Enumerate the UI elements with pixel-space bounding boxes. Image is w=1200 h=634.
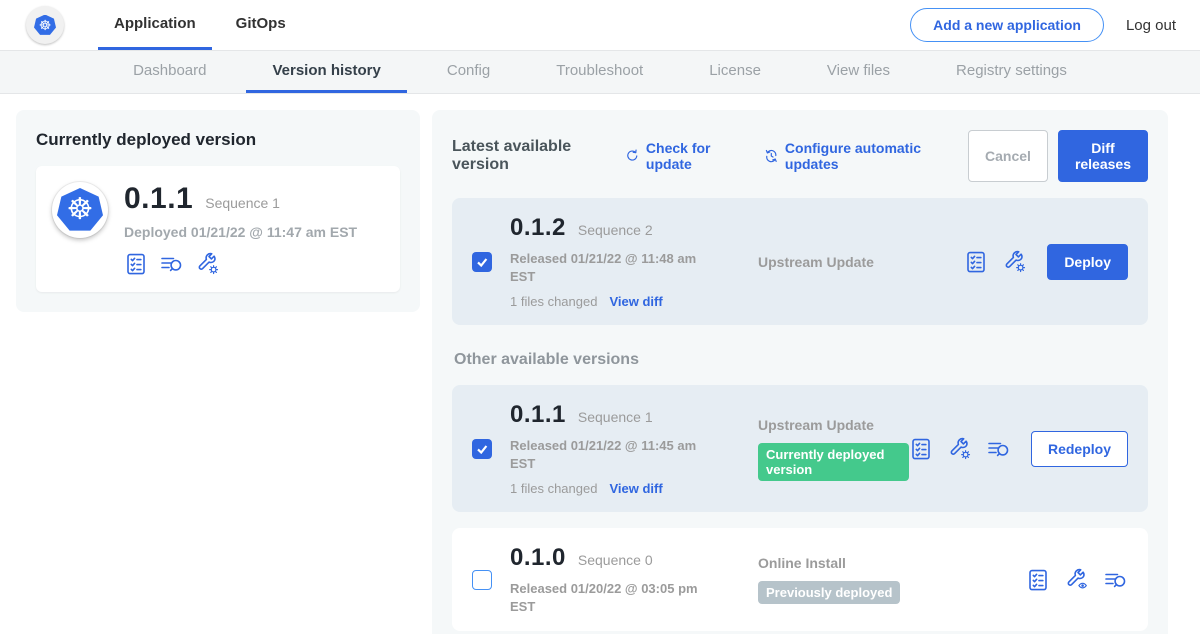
view-diff-link[interactable]: View diff: [609, 294, 662, 309]
subtab-config[interactable]: Config: [421, 51, 516, 93]
top-tabs: Application GitOps: [98, 0, 302, 50]
subtab-config-label: Config: [447, 62, 490, 79]
edit-config-icon[interactable]: [948, 437, 972, 461]
diff-checkbox[interactable]: [472, 439, 492, 459]
subtab-dashboard-label: Dashboard: [133, 62, 206, 79]
subtab-version-history[interactable]: Version history: [246, 51, 406, 93]
diff-releases-button[interactable]: Diff releases: [1058, 130, 1148, 182]
deployed-sequence-label: Sequence 1: [205, 195, 280, 211]
currently-deployed-badge: Currently deployed version: [758, 443, 909, 481]
deploy-logs-icon[interactable]: [1104, 568, 1128, 592]
subtab-license-label: License: [709, 62, 761, 79]
deployed-version-card: ☸ 0.1.1 Sequence 1 Deployed 01/21/22 @ 1…: [36, 166, 400, 292]
check-for-update-label: Check for update: [646, 140, 738, 172]
subtab-dashboard[interactable]: Dashboard: [107, 51, 232, 93]
sequence-label: Sequence 2: [578, 222, 653, 238]
tab-gitops[interactable]: GitOps: [220, 0, 302, 50]
deploy-logs-icon[interactable]: [160, 252, 184, 276]
subtab-registry-settings-label: Registry settings: [956, 62, 1067, 79]
logout-link[interactable]: Log out: [1126, 17, 1176, 34]
preflight-checks-icon[interactable]: [964, 250, 988, 274]
preflight-checks-icon[interactable]: [124, 252, 148, 276]
preflight-checks-icon[interactable]: [1026, 568, 1050, 592]
diff-checkbox[interactable]: [472, 252, 492, 272]
refresh-icon: [625, 147, 640, 165]
currently-deployed-title: Currently deployed version: [36, 130, 400, 150]
deployed-timestamp: Deployed 01/21/22 @ 11:47 am EST: [124, 224, 357, 240]
version-row-0-1-0: 0.1.0 Sequence 0 Released 01/20/22 @ 03:…: [452, 528, 1148, 631]
deploy-button[interactable]: Deploy: [1047, 244, 1128, 280]
kubernetes-app-icon: ☸: [52, 182, 108, 238]
tab-application-label: Application: [114, 15, 196, 32]
version-row-0-1-2: 0.1.2 Sequence 2 Released 01/21/22 @ 11:…: [452, 198, 1148, 325]
cancel-button[interactable]: Cancel: [968, 130, 1048, 182]
configure-automatic-updates-link[interactable]: Configure automatic updates: [764, 140, 942, 172]
subtab-registry-settings[interactable]: Registry settings: [930, 51, 1093, 93]
view-config-icon[interactable]: [1065, 568, 1089, 592]
version-source-label: Upstream Update: [758, 417, 874, 433]
released-timestamp: Released 01/20/22 @ 03:05 pm EST: [510, 580, 715, 615]
subtab-license[interactable]: License: [683, 51, 787, 93]
deploy-logs-icon[interactable]: [987, 437, 1011, 461]
version-row-0-1-1: 0.1.1 Sequence 1 Released 01/21/22 @ 11:…: [452, 385, 1148, 512]
app-subnav: Dashboard Version history Config Trouble…: [0, 50, 1200, 94]
files-changed-label: 1 files changed: [510, 294, 597, 309]
check-for-update-link[interactable]: Check for update: [625, 140, 738, 172]
released-timestamp: Released 01/21/22 @ 11:48 am EST: [510, 250, 715, 285]
sequence-label: Sequence 0: [578, 552, 653, 568]
version-number: 0.1.0: [510, 544, 566, 572]
view-diff-link[interactable]: View diff: [609, 481, 662, 496]
preflight-checks-icon[interactable]: [909, 437, 933, 461]
add-new-application-button[interactable]: Add a new application: [910, 8, 1104, 42]
subtab-view-files[interactable]: View files: [801, 51, 916, 93]
deployed-version-number: 0.1.1: [124, 182, 193, 216]
redeploy-button[interactable]: Redeploy: [1031, 431, 1128, 467]
diff-checkbox[interactable]: [472, 570, 492, 590]
subtab-version-history-label: Version history: [272, 62, 380, 79]
kubernetes-logo-icon: ☸: [26, 6, 64, 44]
subtab-view-files-label: View files: [827, 62, 890, 79]
version-source-label: Upstream Update: [758, 254, 874, 270]
edit-config-icon[interactable]: [1003, 250, 1027, 274]
tab-gitops-label: GitOps: [236, 15, 286, 32]
subtab-troubleshoot[interactable]: Troubleshoot: [530, 51, 669, 93]
files-changed-label: 1 files changed: [510, 481, 597, 496]
version-source-label: Online Install: [758, 555, 846, 571]
tab-application[interactable]: Application: [98, 0, 212, 50]
subtab-troubleshoot-label: Troubleshoot: [556, 62, 643, 79]
other-available-versions-heading: Other available versions: [454, 351, 1148, 369]
currently-deployed-panel: Currently deployed version ☸ 0.1.1 Seque…: [16, 110, 420, 312]
version-number: 0.1.2: [510, 214, 566, 242]
auto-update-clock-icon: [764, 147, 779, 165]
released-timestamp: Released 01/21/22 @ 11:45 am EST: [510, 437, 715, 472]
latest-available-title: Latest available version: [452, 138, 599, 174]
sequence-label: Sequence 1: [578, 409, 653, 425]
app-logo[interactable]: ☸: [26, 0, 64, 50]
main-content: Currently deployed version ☸ 0.1.1 Seque…: [0, 94, 1200, 634]
top-navbar: ☸ Application GitOps Add a new applicati…: [0, 0, 1200, 50]
configure-automatic-updates-label: Configure automatic updates: [785, 140, 942, 172]
edit-config-icon[interactable]: [196, 252, 220, 276]
version-history-panel: Latest available version Check for updat…: [432, 110, 1168, 634]
version-number: 0.1.1: [510, 401, 566, 429]
previously-deployed-badge: Previously deployed: [758, 581, 900, 604]
